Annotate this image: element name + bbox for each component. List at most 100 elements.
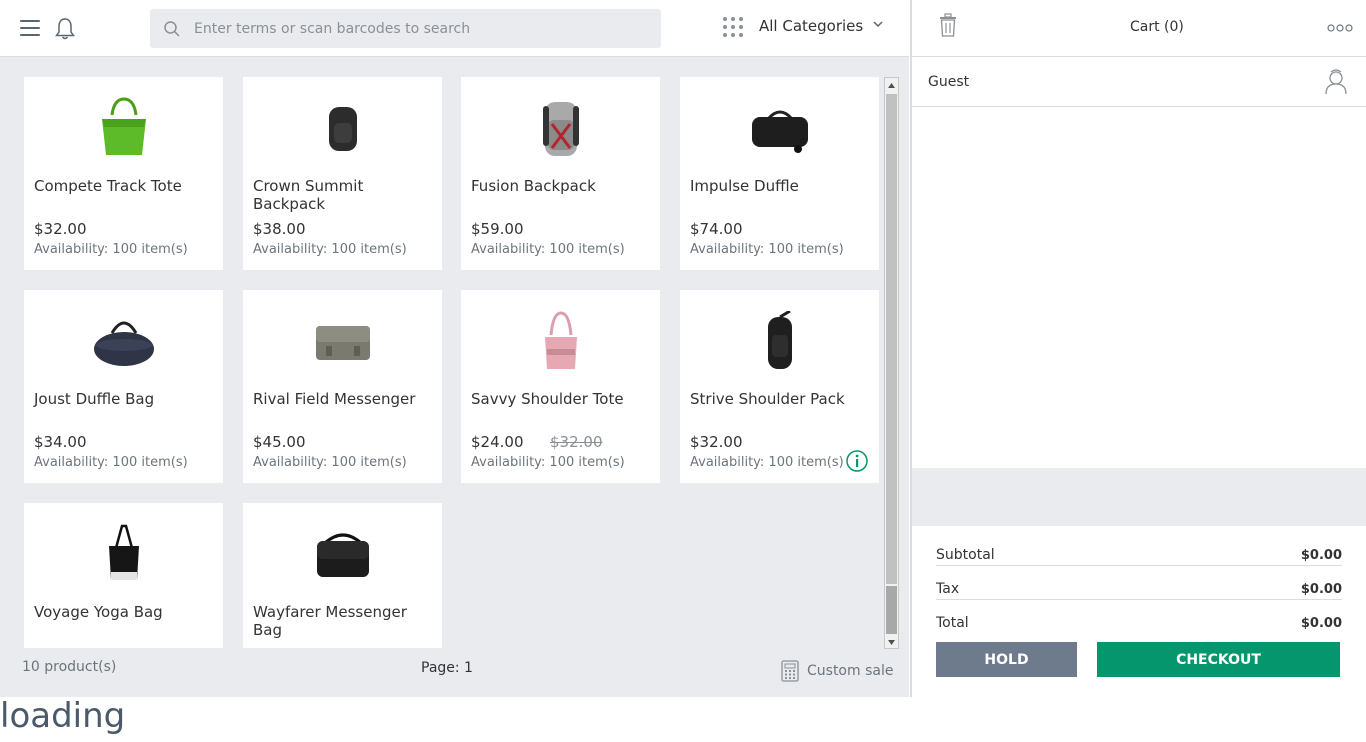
tote-bag-icon bbox=[101, 97, 146, 155]
duffle-icon bbox=[751, 110, 808, 153]
tax-row: Tax $0.00 bbox=[936, 566, 1342, 600]
sling-bag-icon bbox=[767, 311, 792, 369]
bell-icon[interactable] bbox=[52, 16, 78, 42]
product-name: Wayfarer Messenger Bag bbox=[253, 603, 407, 639]
loading-text: loading bbox=[0, 696, 126, 736]
product-count: 10 product(s) bbox=[22, 659, 117, 675]
hold-button[interactable]: HOLD bbox=[936, 642, 1077, 677]
user-icon[interactable] bbox=[1324, 69, 1348, 95]
cart-items bbox=[910, 107, 1366, 468]
product-card[interactable]: Wayfarer Messenger Bag bbox=[243, 503, 442, 648]
backpack-icon bbox=[542, 102, 579, 156]
subtotal-value: $0.00 bbox=[1300, 548, 1342, 563]
product-availability: Availability: 100 item(s) bbox=[690, 455, 844, 470]
custom-sale-button[interactable]: Custom sale bbox=[781, 660, 893, 682]
trash-icon[interactable] bbox=[938, 12, 958, 38]
total-row: Total $0.00 bbox=[936, 600, 1342, 634]
scrollbar-thumb[interactable] bbox=[886, 586, 897, 634]
product-image bbox=[461, 89, 660, 169]
product-image bbox=[24, 89, 223, 169]
product-price: $38.00 bbox=[253, 220, 306, 238]
tax-value: $0.00 bbox=[1300, 582, 1342, 597]
search-icon bbox=[164, 21, 180, 37]
customer-name: Guest bbox=[928, 74, 970, 90]
cart-title: Cart (0) bbox=[1130, 19, 1184, 35]
product-card[interactable]: Strive Shoulder Pack $32.00 Availability… bbox=[680, 290, 879, 483]
product-availability: Availability: 100 item(s) bbox=[471, 242, 625, 257]
calculator-icon bbox=[781, 660, 799, 682]
product-price: $45.00 bbox=[253, 433, 306, 451]
product-card[interactable]: Voyage Yoga Bag bbox=[24, 503, 223, 648]
product-name: Voyage Yoga Bag bbox=[34, 603, 163, 621]
subtotal-label: Subtotal bbox=[936, 547, 995, 563]
product-price: $32.00 bbox=[34, 220, 87, 238]
product-name: Savvy Shoulder Tote bbox=[471, 390, 624, 408]
product-price: $74.00 bbox=[690, 220, 743, 238]
subtotal-row: Subtotal $0.00 bbox=[936, 532, 1342, 566]
top-bar: All Categories bbox=[0, 0, 909, 57]
product-name: Rival Field Messenger bbox=[253, 390, 416, 408]
messenger-bag-icon bbox=[316, 533, 369, 577]
product-availability: Availability: 100 item(s) bbox=[253, 455, 407, 470]
scroll-up-icon[interactable] bbox=[885, 78, 898, 92]
product-image bbox=[243, 515, 442, 595]
product-price: $32.00 bbox=[690, 433, 743, 451]
product-card[interactable]: Joust Duffle Bag $34.00 Availability: 10… bbox=[24, 290, 223, 483]
product-availability: Availability: 100 item(s) bbox=[34, 242, 188, 257]
customer-row[interactable]: Guest bbox=[910, 57, 1366, 107]
product-card[interactable]: Compete Track Tote $32.00 Availability: … bbox=[24, 77, 223, 270]
total-label: Total bbox=[936, 615, 969, 631]
tote-bag-icon bbox=[108, 524, 139, 580]
product-image bbox=[680, 302, 879, 382]
product-image bbox=[461, 302, 660, 382]
search-input[interactable] bbox=[194, 9, 649, 48]
product-availability: Availability: 100 item(s) bbox=[253, 242, 407, 257]
product-card[interactable]: Rival Field Messenger $45.00 Availabilit… bbox=[243, 290, 442, 483]
product-grid: Compete Track Tote $32.00 Availability: … bbox=[24, 77, 884, 648]
product-image bbox=[24, 302, 223, 382]
product-card[interactable]: Impulse Duffle $74.00 Availability: 100 … bbox=[680, 77, 879, 270]
more-options-icon[interactable] bbox=[1327, 24, 1353, 32]
tax-label: Tax bbox=[936, 581, 960, 597]
messenger-bag-icon bbox=[315, 326, 370, 360]
product-availability: Availability: 100 item(s) bbox=[690, 242, 844, 257]
checkout-button[interactable]: CHECKOUT bbox=[1097, 642, 1340, 677]
product-price: $34.00 bbox=[34, 433, 87, 451]
product-name: Strive Shoulder Pack bbox=[690, 390, 845, 408]
product-image bbox=[243, 302, 442, 382]
scrollbar-track[interactable] bbox=[886, 94, 897, 584]
product-image bbox=[24, 515, 223, 595]
custom-sale-label: Custom sale bbox=[807, 663, 894, 679]
grid-icon[interactable] bbox=[722, 16, 744, 38]
tote-bag-icon bbox=[544, 311, 577, 369]
chevron-down-icon[interactable] bbox=[872, 18, 884, 30]
category-select[interactable]: All Categories bbox=[759, 17, 863, 35]
status-strip bbox=[0, 697, 1366, 742]
cart-header: Cart (0) bbox=[910, 0, 1366, 57]
product-card[interactable]: Crown Summit Backpack $38.00 Availabilit… bbox=[243, 77, 442, 270]
product-name: Crown Summit Backpack bbox=[253, 177, 364, 213]
info-icon[interactable] bbox=[846, 450, 868, 472]
product-card[interactable]: Savvy Shoulder Tote $24.00 $32.00 Availa… bbox=[461, 290, 660, 483]
product-price: $24.00 bbox=[471, 433, 524, 451]
product-scrollbar[interactable] bbox=[884, 77, 899, 649]
product-card[interactable]: Fusion Backpack $59.00 Availability: 100… bbox=[461, 77, 660, 270]
product-name: Fusion Backpack bbox=[471, 177, 596, 195]
menu-icon[interactable] bbox=[20, 20, 40, 38]
product-name: Compete Track Tote bbox=[34, 177, 182, 195]
total-value: $0.00 bbox=[1300, 616, 1342, 631]
product-old-price: $32.00 bbox=[550, 433, 603, 451]
product-name: Impulse Duffle bbox=[690, 177, 799, 195]
product-availability: Availability: 100 item(s) bbox=[471, 455, 625, 470]
product-image bbox=[243, 89, 442, 169]
cart-spacer bbox=[910, 468, 1366, 526]
search-box bbox=[150, 9, 661, 48]
product-price: $59.00 bbox=[471, 220, 524, 238]
backpack-icon bbox=[328, 107, 357, 151]
scroll-down-icon[interactable] bbox=[885, 634, 898, 648]
duffle-icon bbox=[93, 321, 154, 366]
product-image bbox=[680, 89, 879, 169]
page-indicator: Page: 1 bbox=[421, 660, 473, 676]
product-name: Joust Duffle Bag bbox=[34, 390, 155, 408]
product-availability: Availability: 100 item(s) bbox=[34, 455, 188, 470]
